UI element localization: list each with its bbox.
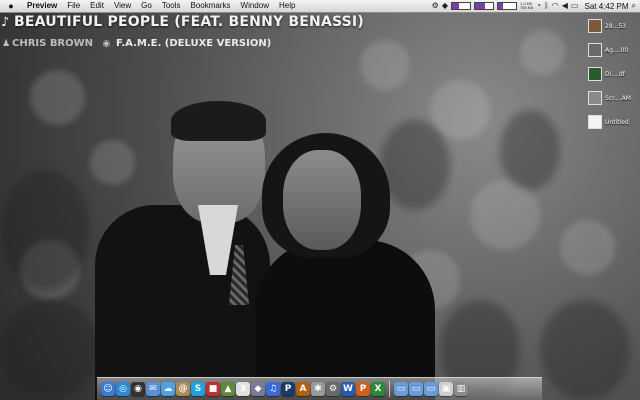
file-thumbnail-icon bbox=[588, 67, 602, 81]
menu-tools[interactable]: Tools bbox=[157, 0, 186, 12]
wifi-icon[interactable]: ◠ bbox=[552, 0, 559, 12]
address-book-icon[interactable]: @ bbox=[176, 382, 190, 396]
file-thumbnail-icon bbox=[588, 91, 602, 105]
desktop-item-label: Untitled bbox=[605, 118, 629, 126]
preview-icon[interactable]: ◆ bbox=[251, 382, 265, 396]
photo-booth-icon[interactable]: ■ bbox=[206, 382, 220, 396]
desktop-item[interactable]: Ag....00 bbox=[588, 38, 634, 62]
dashboard-icon[interactable]: ◉ bbox=[131, 382, 145, 396]
system-preferences-icon[interactable]: ⚙ bbox=[326, 382, 340, 396]
menu-window[interactable]: Window bbox=[236, 0, 274, 12]
apple-menu-icon[interactable]: ● bbox=[0, 0, 22, 12]
person-icon: ♟ bbox=[2, 39, 11, 49]
desktop-item[interactable]: Scr....AM bbox=[588, 86, 634, 110]
menu-file[interactable]: File bbox=[62, 0, 85, 12]
documents-folder-icon[interactable]: ▭ bbox=[409, 382, 423, 396]
illustrator-icon[interactable]: A bbox=[296, 382, 310, 396]
desktop-item[interactable]: Untitled bbox=[588, 110, 634, 134]
file-thumbnail-icon bbox=[588, 43, 602, 57]
skype-icon[interactable]: S bbox=[191, 382, 205, 396]
network-meter[interactable]: 1.0 KB 755 KB bbox=[520, 2, 533, 10]
finder-icon[interactable]: ☺ bbox=[101, 382, 115, 396]
ichat-icon[interactable]: ☁ bbox=[161, 382, 175, 396]
network-down-text: 755 KB bbox=[520, 5, 534, 10]
trash-icon[interactable]: ▥ bbox=[454, 382, 468, 396]
desktop-icons: 28...53 Ag....00 Di....df Scr....AM Unti… bbox=[588, 14, 634, 134]
desktop-item-label: 28...53 bbox=[605, 22, 626, 30]
artist-album-row: ♟ CHRIS BROWN ◉ F.A.M.E. (DELUXE VERSION) bbox=[2, 38, 271, 49]
album-name: F.A.M.E. (DELUXE VERSION) bbox=[116, 38, 272, 49]
dock: ☺ ◎ ◉ ✉ ☁ @ S ■ ▲ 3 ◆ ♫ P A ✱ ⚙ W P X ▭ ▭ ▭ ▣ ▥ bbox=[97, 377, 542, 400]
desktop-item[interactable]: Di....df bbox=[588, 62, 634, 86]
mail-icon[interactable]: ✉ bbox=[146, 382, 160, 396]
excel-icon[interactable]: X bbox=[371, 382, 385, 396]
battery-icon[interactable]: ▭ bbox=[571, 0, 579, 12]
dock-separator bbox=[389, 381, 390, 397]
cpu-meter[interactable] bbox=[451, 2, 471, 10]
utilities-icon[interactable]: ✱ bbox=[311, 382, 325, 396]
menu-clock[interactable]: Sat 4:42 PM bbox=[581, 2, 628, 11]
photoshop-icon[interactable]: P bbox=[281, 382, 295, 396]
desktop-item-label: Di....df bbox=[605, 70, 625, 78]
document-icon bbox=[588, 115, 602, 129]
menu-view[interactable]: View bbox=[109, 0, 136, 12]
iphoto-icon[interactable]: ▲ bbox=[221, 382, 235, 396]
powerpoint-icon[interactable]: P bbox=[356, 382, 370, 396]
applications-folder-icon[interactable]: ▭ bbox=[394, 382, 408, 396]
desktop-item[interactable]: 28...53 bbox=[588, 14, 634, 38]
menu-bookmarks[interactable]: Bookmarks bbox=[186, 0, 236, 12]
desktop-item-label: Scr....AM bbox=[605, 94, 631, 102]
artist-name: CHRIS BROWN bbox=[12, 38, 94, 49]
disc-icon: ◉ bbox=[102, 39, 111, 49]
word-icon[interactable]: W bbox=[341, 382, 355, 396]
screenshot-stack-icon[interactable]: ▣ bbox=[439, 382, 453, 396]
calendar-icon[interactable]: 3 bbox=[236, 382, 250, 396]
menu-edit[interactable]: Edit bbox=[85, 0, 109, 12]
bluetooth-icon[interactable]: ᛒ bbox=[544, 0, 549, 12]
file-thumbnail-icon bbox=[588, 19, 602, 33]
gear-icon[interactable]: ⚙ bbox=[432, 0, 439, 12]
safari-icon[interactable]: ◎ bbox=[116, 382, 130, 396]
menu-go[interactable]: Go bbox=[136, 0, 157, 12]
dropbox-icon[interactable]: ◆ bbox=[442, 0, 448, 12]
desktop-item-label: Ag....00 bbox=[605, 46, 629, 54]
downloads-folder-icon[interactable]: ▭ bbox=[424, 382, 438, 396]
itunes-icon[interactable]: ♫ bbox=[266, 382, 280, 396]
track-title: BEAUTIFUL PEOPLE (FEAT. BENNY BENASSI) bbox=[14, 14, 364, 30]
volume-icon[interactable]: ◀ bbox=[562, 0, 568, 12]
menu-bar: ● Preview File Edit View Go Tools Bookma… bbox=[0, 0, 640, 13]
status-menus: ⚙ ◆ 1.0 KB 755 KB ◔ ᛒ ◠ ◀ ▭ Sat 4:42 PM … bbox=[432, 0, 636, 12]
time-machine-icon[interactable]: ◔ bbox=[536, 0, 541, 12]
app-menu[interactable]: Preview bbox=[22, 0, 62, 12]
desktop-wallpaper bbox=[0, 0, 640, 400]
menu-help[interactable]: Help bbox=[274, 0, 300, 12]
memory-meter[interactable] bbox=[474, 2, 494, 10]
music-note-icon: ♪ bbox=[1, 15, 10, 30]
spotlight-search-icon[interactable]: ⌕ bbox=[632, 0, 636, 12]
disk-meter[interactable] bbox=[497, 2, 517, 10]
